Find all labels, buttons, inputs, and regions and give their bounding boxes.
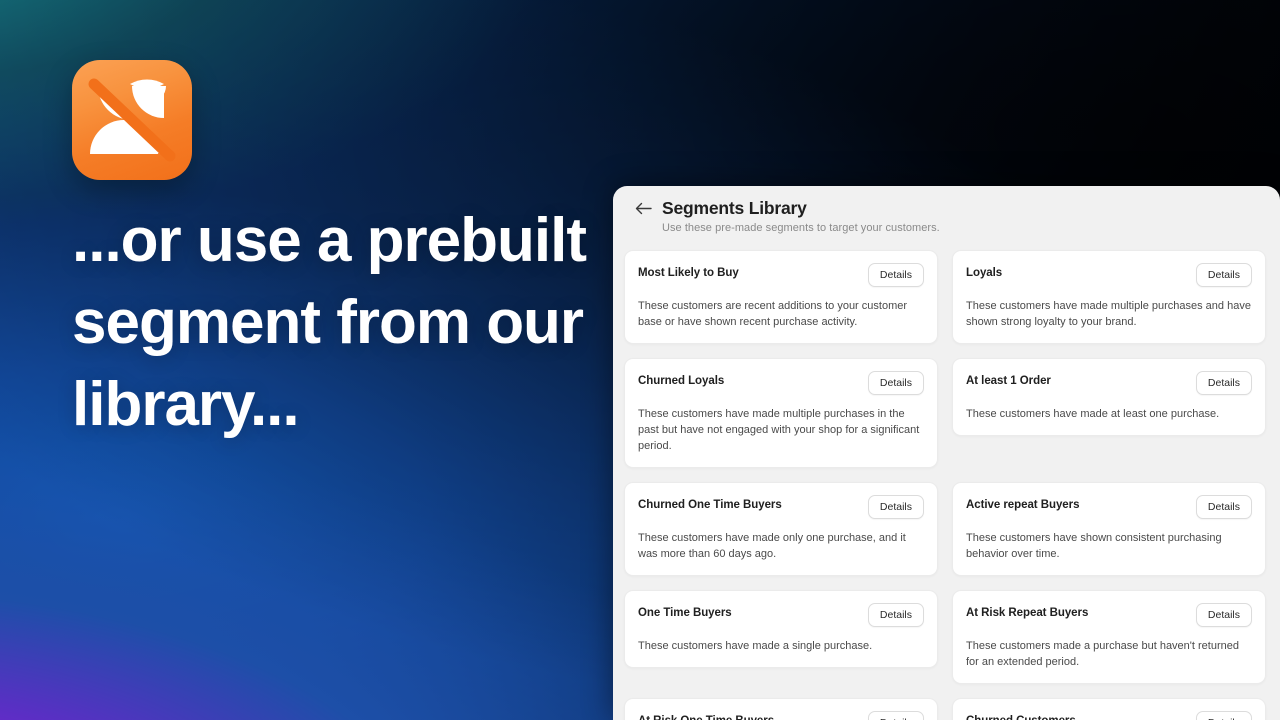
segments-library-panel: Segments Library Use these pre-made segm… — [613, 186, 1280, 720]
page-headline: ...or use a prebuilt segment from our li… — [72, 206, 587, 439]
segment-card-header: One Time Buyers Details — [638, 603, 924, 627]
segment-card-header: Active repeat Buyers Details — [966, 495, 1252, 519]
segment-card: Churned CustomersDetailsThese customers … — [952, 698, 1266, 720]
arrow-left-icon[interactable] — [635, 200, 652, 217]
details-button[interactable]: Details — [1195, 711, 1252, 720]
details-button[interactable]: Details — [1195, 371, 1252, 395]
segment-card: Most Likely to Buy Details These customers… — [624, 250, 938, 344]
details-button[interactable]: Details — [867, 603, 924, 627]
segment-card: Churned Loyals Details These customers hav… — [624, 358, 938, 468]
segment-name: One Time Buyers — [638, 607, 732, 619]
segment-card: At Risk Repeat Buyers Details These custom… — [952, 590, 1266, 684]
details-button[interactable]: Details — [867, 495, 924, 519]
segment-description: These customers have made a single purch… — [638, 640, 873, 652]
segment-card: Active repeat Buyers Details These custome… — [952, 482, 1266, 576]
panel-title-row: Segments Library — [635, 198, 1258, 219]
segment-description: These customers have made at least one p… — [966, 408, 1220, 420]
segment-name: Active repeat Buyers — [966, 499, 1080, 511]
segment-card: One Time Buyers Details These customers ha… — [624, 590, 938, 668]
details-button[interactable]: Details — [1195, 603, 1252, 627]
segment-description: These customers have made multiple purch… — [966, 300, 1251, 328]
segment-card: At least 1 Order Details These customers h… — [952, 358, 1266, 436]
segment-name: Churned One Time Buyers — [638, 499, 782, 511]
segment-description: These customers have made only one purch… — [638, 532, 906, 560]
segment-name: Churned Loyals — [638, 375, 725, 387]
segment-name: Loyals — [966, 267, 1003, 279]
segment-card-header: At least 1 Order Details — [966, 371, 1252, 395]
segment-description: These customers have shown consistent pu… — [966, 532, 1222, 560]
hourglass-s-logo-icon — [88, 78, 176, 162]
details-button[interactable]: Details — [1195, 263, 1252, 287]
segment-name: At Risk Repeat Buyers — [966, 607, 1089, 619]
brand-logo — [72, 60, 192, 180]
segment-card-header: Churned Loyals Details — [638, 371, 924, 395]
page-title: Segments Library — [662, 198, 807, 218]
page-subtitle: Use these pre-made segments to target yo… — [662, 222, 940, 234]
segment-description: These customers made a purchase but have… — [966, 640, 1239, 668]
details-button[interactable]: Details — [867, 263, 924, 287]
details-button[interactable]: Details — [867, 371, 924, 395]
segment-description: These customers have made multiple purch… — [638, 408, 920, 452]
segment-name: At least 1 Order — [966, 375, 1051, 387]
segment-card: At Risk One Time BuyersDetailsThese cust… — [624, 698, 938, 720]
segment-name: At Risk One Time Buyers — [638, 711, 774, 720]
segment-name: Most Likely to Buy — [638, 267, 739, 279]
segment-card-header: Churned Customers Details — [966, 711, 1252, 720]
segment-card-header: Churned One Time Buyers Details — [638, 495, 924, 519]
details-button[interactable]: Details — [1195, 495, 1252, 519]
segment-card: Loyals Details These customers have made m… — [952, 250, 1266, 344]
segment-name: Churned Customers — [966, 711, 1076, 720]
segment-card: Churned One Time Buyers Details These cust… — [624, 482, 938, 576]
segment-card-header: At Risk Repeat Buyers Details — [966, 603, 1252, 627]
segment-card-header: Most Likely to Buy Details — [638, 263, 924, 287]
segment-card-header: Loyals Details — [966, 263, 1252, 287]
segments-grid: Most Likely to Buy Details These customers… — [613, 240, 1280, 720]
panel-header: Segments Library Use these pre-made segm… — [613, 186, 1280, 240]
segment-card-header: At Risk One Time Buyers Details — [638, 711, 924, 720]
details-button[interactable]: Details — [867, 711, 924, 720]
segment-description: These customers are recent additions to … — [638, 300, 908, 328]
